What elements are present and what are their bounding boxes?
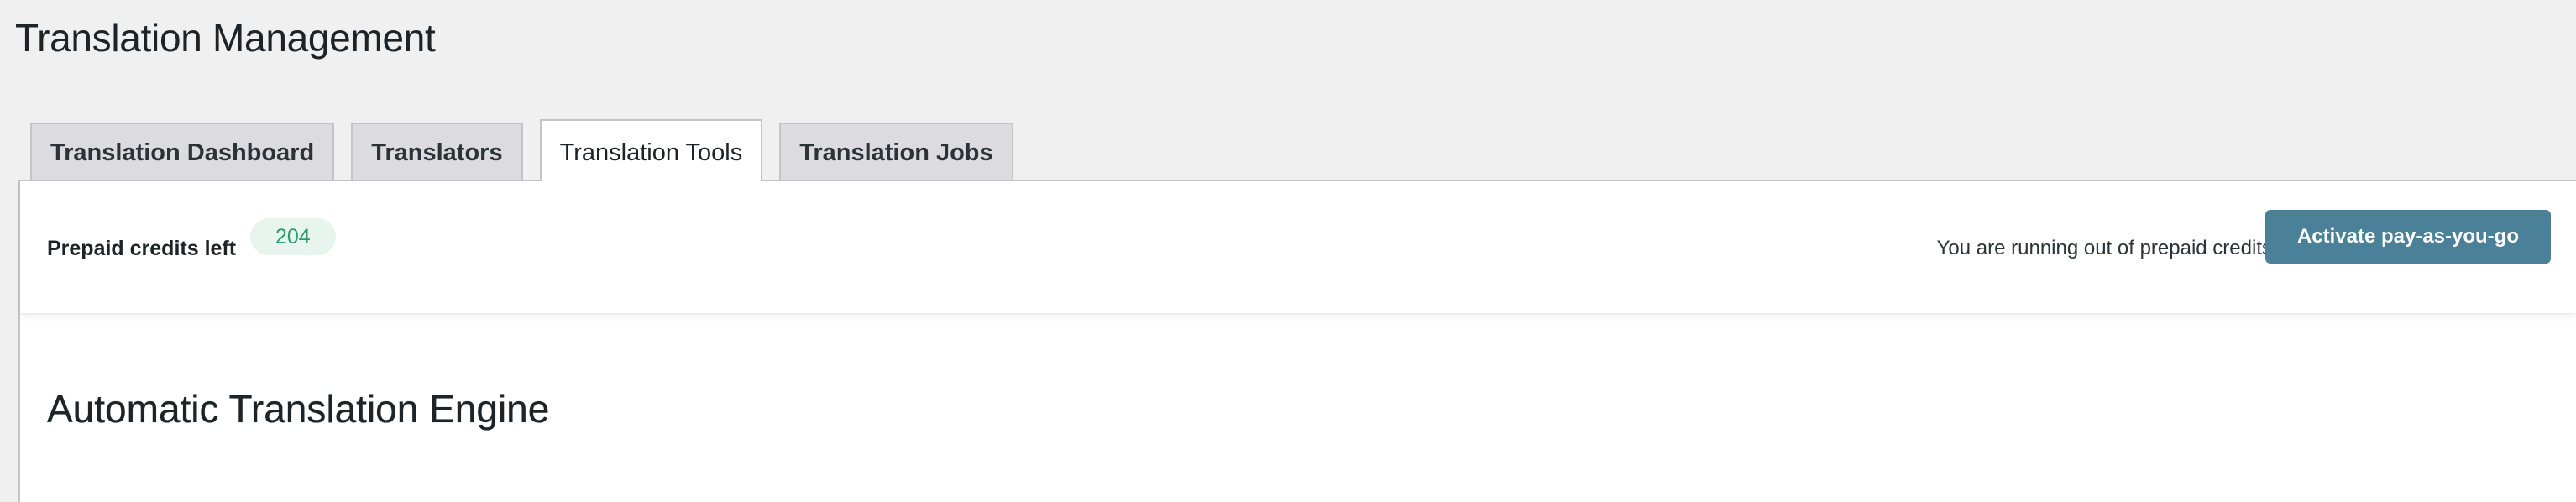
tab-translation-tools[interactable]: Translation Tools (539, 119, 763, 181)
credits-count-badge: 204 (250, 218, 336, 255)
tab-translators[interactable]: Translators (351, 123, 523, 181)
tab-label: Translation Tools (559, 139, 743, 166)
page-title: Translation Management (15, 16, 436, 60)
tab-bar: Translation Dashboard Translators Transl… (30, 119, 1013, 181)
tab-translation-jobs[interactable]: Translation Jobs (779, 123, 1013, 181)
tab-label: Translation Dashboard (50, 139, 315, 166)
tab-translation-dashboard[interactable]: Translation Dashboard (30, 123, 335, 181)
tab-content-panel: Prepaid credits left 204 You are running… (18, 180, 2576, 502)
tab-label: Translators (371, 139, 503, 166)
prepaid-credits-bar: Prepaid credits left 204 You are running… (20, 181, 2576, 314)
section-title: Automatic Translation Engine (47, 387, 550, 431)
credits-label: Prepaid credits left (47, 237, 237, 260)
credits-warning-text: You are running out of prepaid credits (1936, 237, 2272, 259)
tab-label: Translation Jobs (799, 139, 993, 166)
activate-pay-as-you-go-button[interactable]: Activate pay-as-you-go (2264, 210, 2551, 264)
